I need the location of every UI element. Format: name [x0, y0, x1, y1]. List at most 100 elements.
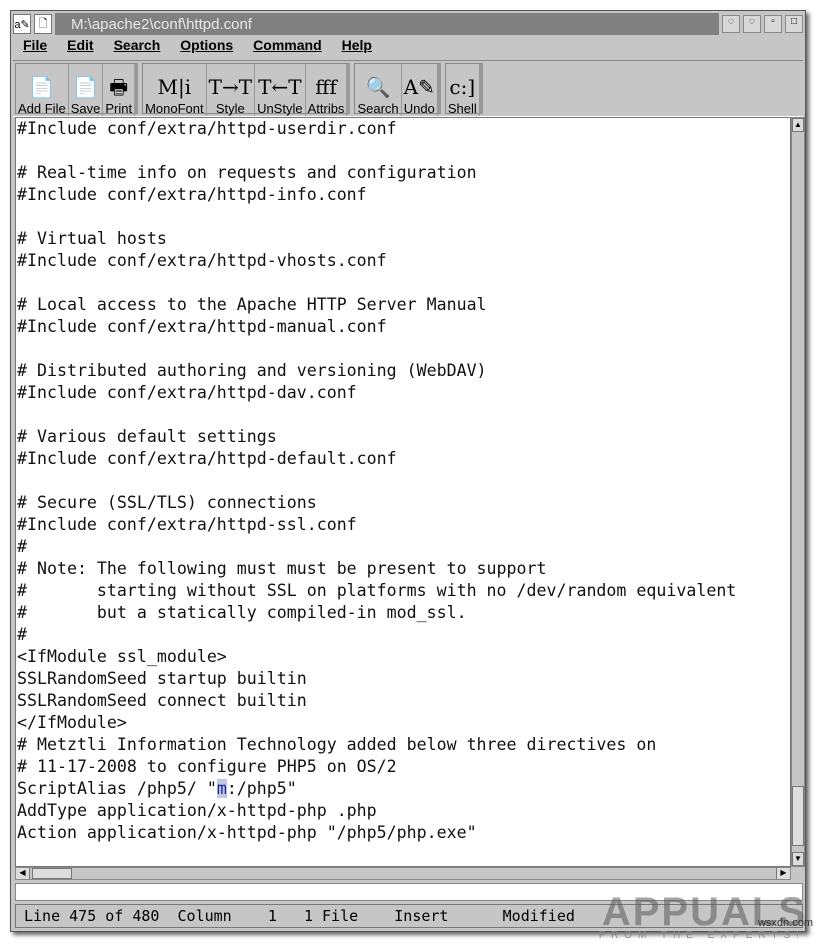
text-line[interactable]: # Real-time info on requests and configu…	[16, 162, 790, 184]
text-line[interactable]: ScriptAlias /php5/ "m:/php5"	[16, 778, 790, 800]
text-line[interactable]	[16, 140, 790, 162]
toolbar-group: 🔍 Search A✎ Undo	[354, 63, 441, 116]
text-line[interactable]	[16, 338, 790, 360]
button-label: Shell	[447, 101, 477, 116]
status-mode: Insert	[394, 907, 449, 925]
text-line[interactable]: <IfModule ssl_module>	[16, 646, 790, 668]
button-label: Style	[215, 101, 245, 116]
text-line[interactable]: # Virtual hosts	[16, 228, 790, 250]
button-label: Add File	[18, 101, 66, 116]
text-line[interactable]: SSLRandomSeed startup builtin	[16, 668, 790, 690]
button-label: Attribs	[307, 101, 345, 116]
button-label: Print	[105, 101, 133, 116]
horizontal-scroll-thumb[interactable]	[32, 868, 72, 879]
menu-command[interactable]: Command	[243, 37, 331, 59]
text-line[interactable]	[16, 272, 790, 294]
maximize-icon[interactable]: □	[785, 15, 803, 33]
restore-icon[interactable]: ◌	[743, 15, 761, 33]
text-line[interactable]	[16, 470, 790, 492]
menu-help[interactable]: Help	[332, 37, 382, 59]
toolbar: 📄 Add File 📄 Save 🖶 Print M|i MonoFont T→T Style T…	[13, 60, 803, 117]
text-line[interactable]: #	[16, 536, 790, 558]
attribs-button[interactable]: fff Attribs	[306, 64, 348, 116]
shell-icon: c:]	[449, 75, 476, 99]
search-icon: 🔍	[365, 75, 391, 99]
text-line[interactable]: AddType application/x-httpd-php .php	[16, 800, 790, 822]
toolbar-group: 📄 Add File 📄 Save 🖶 Print	[15, 63, 139, 116]
text-line[interactable]: # Local access to the Apache HTTP Server…	[16, 294, 790, 316]
button-label: UnStyle	[257, 101, 303, 116]
button-label: Undo	[403, 101, 435, 116]
unstyle-icon: T←T	[258, 75, 302, 99]
text-line[interactable]: </IfModule>	[16, 712, 790, 734]
text-line[interactable]: # starting without SSL on platforms with…	[16, 580, 790, 602]
text-line[interactable]: #	[16, 624, 790, 646]
text-line[interactable]: #Include conf/extra/httpd-manual.conf	[16, 316, 790, 338]
window-title: M:\apache2\conf\httpd.conf	[55, 13, 719, 35]
text-segment: :/php5"	[226, 779, 297, 798]
minimize-icon[interactable]: ▫	[764, 15, 782, 33]
text-line[interactable]: #Include conf/extra/httpd-vhosts.conf	[16, 250, 790, 272]
print-icon: 🖶	[109, 75, 129, 99]
monofont-icon: M|i	[157, 75, 192, 99]
title-bar[interactable]: a✎ 🗋 M:\apache2\conf\httpd.conf ◌ ◌ ▫ □	[13, 13, 803, 35]
horizontal-scrollbar[interactable]: ◀ ▶	[15, 867, 791, 880]
shell-button[interactable]: c:] Shell	[446, 64, 480, 116]
watermark-site: wsxdn.com	[757, 917, 813, 929]
vertical-scroll-thumb[interactable]	[792, 786, 804, 846]
editor-window: a✎ 🗋 M:\apache2\conf\httpd.conf ◌ ◌ ▫ □ …	[10, 10, 806, 932]
text-line[interactable]	[16, 206, 790, 228]
add-file-button[interactable]: 📄 Add File	[16, 64, 69, 116]
text-line[interactable]: SSLRandomSeed connect builtin	[16, 690, 790, 712]
text-line[interactable]: # Metztli Information Technology added b…	[16, 734, 790, 756]
text-line[interactable]: # Note: The following must must be prese…	[16, 558, 790, 580]
status-line: Line 475 of 480	[24, 907, 160, 925]
print-button[interactable]: 🖶 Print	[103, 64, 136, 116]
style-button[interactable]: T→T Style	[207, 64, 256, 116]
vertical-scrollbar[interactable]: ▲ ▼	[791, 117, 805, 867]
button-label: Save	[70, 101, 101, 116]
style-icon: T→T	[208, 75, 253, 99]
menu-search[interactable]: Search	[104, 37, 171, 59]
text-line[interactable]: # but a statically compiled-in mod_ssl.	[16, 602, 790, 624]
app-icon[interactable]: a✎	[13, 14, 31, 34]
text-line[interactable]: #Include conf/extra/httpd-default.conf	[16, 448, 790, 470]
unstyle-button[interactable]: T←T UnStyle	[255, 64, 306, 116]
text-line[interactable]: Action application/x-httpd-php "/php5/ph…	[16, 822, 790, 844]
text-line[interactable]: #Include conf/extra/httpd-info.conf	[16, 184, 790, 206]
cursor: m	[216, 779, 227, 798]
search-button[interactable]: 🔍 Search	[355, 64, 402, 116]
text-line[interactable]	[16, 404, 790, 426]
button-label: Search	[357, 101, 399, 116]
scroll-left-icon[interactable]: ◀	[16, 868, 30, 879]
toolbar-group: M|i MonoFont T→T Style T←T UnStyle fff Attribs	[142, 63, 351, 116]
undo-button[interactable]: A✎ Undo	[402, 64, 438, 116]
save-button[interactable]: 📄 Save	[69, 64, 104, 116]
text-line[interactable]: #Include conf/extra/httpd-dav.conf	[16, 382, 790, 404]
menu-options[interactable]: Options	[170, 37, 243, 59]
status-column: Column 1	[177, 907, 277, 925]
status-files: 1 File	[303, 907, 359, 925]
menu-edit[interactable]: Edit	[57, 37, 103, 59]
menu-file[interactable]: File	[13, 37, 57, 59]
text-line[interactable]: #Include conf/extra/httpd-userdir.conf	[16, 118, 790, 140]
menu-bar: File Edit Search Options Command Help	[13, 37, 382, 59]
text-editor[interactable]: #Include conf/extra/httpd-userdir.conf # …	[15, 117, 791, 867]
hide-icon[interactable]: ◌	[722, 15, 740, 33]
monofont-button[interactable]: M|i MonoFont	[143, 64, 207, 116]
status-modified: Modified	[502, 907, 575, 925]
add-file-icon: 📄	[29, 75, 55, 99]
document-icon[interactable]: 🗋	[34, 14, 52, 34]
text-segment: ScriptAlias /php5/ "	[17, 779, 217, 798]
text-line[interactable]: # Distributed authoring and versioning (…	[16, 360, 790, 382]
scroll-down-icon[interactable]: ▼	[792, 852, 804, 866]
text-line[interactable]: # 11-17-2008 to configure PHP5 on OS/2	[16, 756, 790, 778]
text-line[interactable]: # Various default settings	[16, 426, 790, 448]
toolbar-group: c:] Shell	[444, 63, 483, 116]
text-line[interactable]: # Secure (SSL/TLS) connections	[16, 492, 790, 514]
save-icon: 📄	[73, 75, 98, 99]
scroll-up-icon[interactable]: ▲	[792, 118, 804, 132]
text-line[interactable]: #Include conf/extra/httpd-ssl.conf	[16, 514, 790, 536]
scroll-right-icon[interactable]: ▶	[776, 868, 790, 879]
attribs-icon: fff	[315, 75, 337, 99]
